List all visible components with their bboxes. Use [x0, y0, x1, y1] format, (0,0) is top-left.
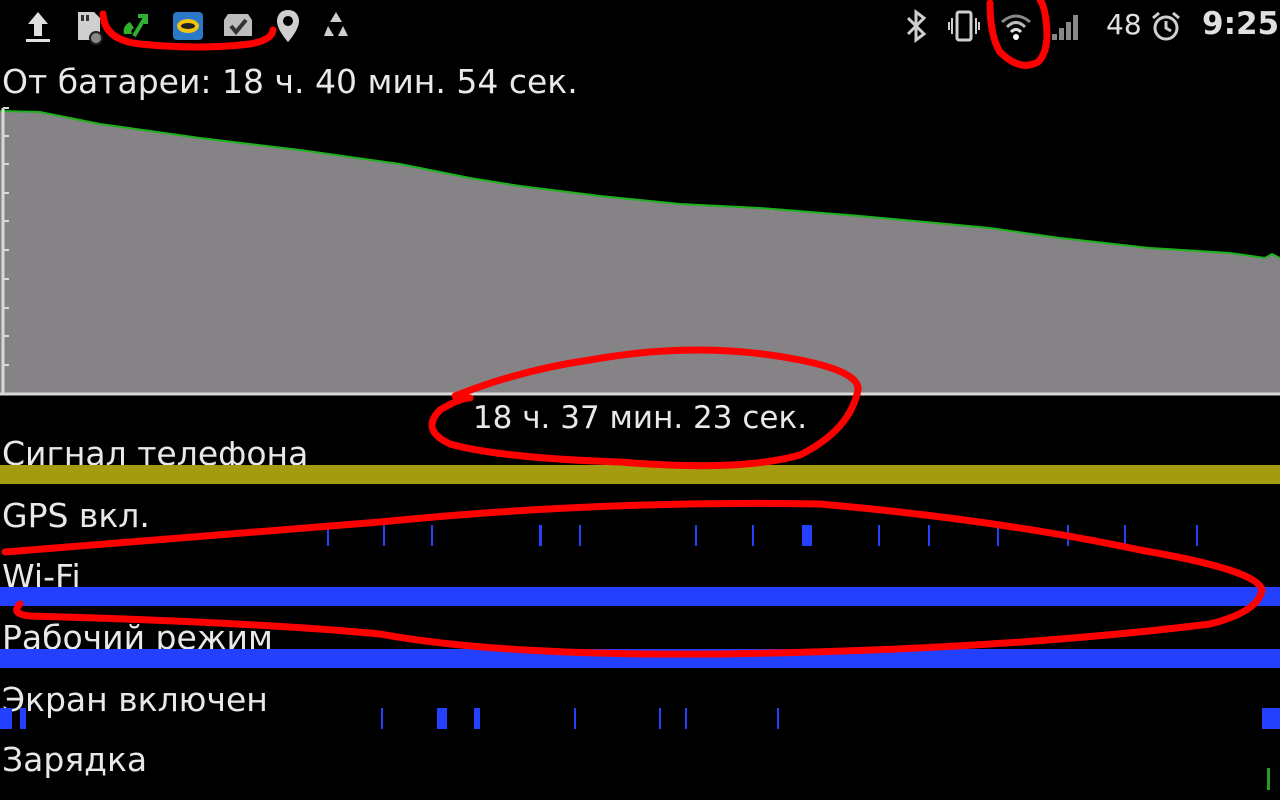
screen-tick — [437, 708, 447, 729]
upload-icon — [26, 12, 50, 42]
missed-call-icon — [123, 14, 148, 38]
screen-tick — [777, 708, 779, 729]
screen-tick — [685, 708, 687, 729]
location-pin-icon — [277, 10, 299, 42]
recycle-icon — [324, 12, 348, 36]
carrier-app-icon — [173, 12, 203, 40]
screen-track — [0, 708, 1280, 729]
screen-tick — [0, 708, 12, 729]
gps-tick — [1196, 525, 1198, 546]
battery-level-area — [0, 111, 1280, 393]
gps-track — [0, 525, 1280, 546]
gps-tick — [695, 525, 697, 546]
awake-track — [0, 649, 1280, 668]
screen-tick — [659, 708, 661, 729]
current-time: 18 ч. 37 мин. 23 сек. — [472, 400, 808, 436]
gps-tick — [878, 525, 880, 546]
gps-tick — [802, 525, 812, 546]
alarm-clock-icon — [1152, 11, 1180, 41]
gps-tick — [539, 525, 542, 546]
screen-tick — [574, 708, 576, 729]
cell-signal-icon — [1052, 15, 1078, 40]
battery-level-chart — [0, 107, 1280, 396]
status-clock: 9:25 — [1202, 6, 1280, 42]
signal-track — [0, 465, 1280, 484]
screen-tick — [20, 708, 26, 729]
screen-tick — [474, 708, 480, 729]
gps-tick — [579, 525, 581, 546]
wifi-track — [0, 587, 1280, 606]
vibrate-icon — [948, 10, 980, 42]
status-bar: 48 9:25 — [0, 0, 1280, 52]
screen-tick — [1262, 708, 1280, 729]
wifi-signal-icon — [1001, 14, 1031, 40]
gps-tick — [752, 525, 754, 546]
bluetooth-icon — [906, 9, 927, 43]
gps-tick — [383, 525, 385, 546]
gps-tick — [327, 525, 329, 546]
task-check-icon — [224, 14, 252, 36]
gps-tick — [997, 525, 999, 546]
battery-level: 48 — [1106, 8, 1142, 41]
charging-track — [0, 768, 1280, 790]
charging-tick — [1267, 768, 1270, 790]
sd-card-settings-icon — [78, 12, 103, 45]
gps-tick — [1067, 525, 1069, 546]
gps-tick — [1124, 525, 1126, 546]
gps-tick — [928, 525, 930, 546]
time-on-battery: От батареи: 18 ч. 40 мин. 54 сек. — [2, 62, 578, 101]
gps-tick — [431, 525, 433, 546]
screen-tick — [381, 708, 383, 729]
